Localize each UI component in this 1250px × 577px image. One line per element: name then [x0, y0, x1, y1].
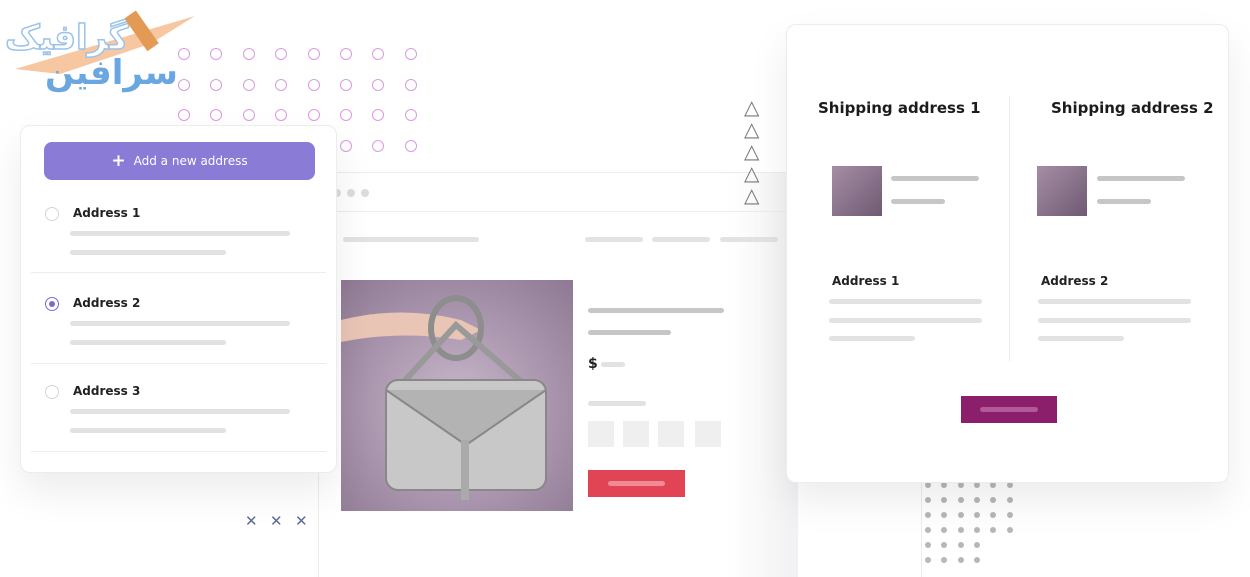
grey-dot: [973, 527, 980, 533]
ring-dot: [307, 48, 320, 60]
x-icon: ✕: [245, 512, 258, 530]
grey-dot: [1006, 512, 1013, 518]
product-thumbnail: [1037, 166, 1087, 216]
grey-dot: [957, 542, 964, 548]
grey-dot: [941, 542, 948, 548]
logo: گرافیک سرافین: [0, 4, 200, 94]
ring-dot: [275, 78, 288, 91]
ring-dot: [178, 48, 190, 60]
address-selector-card: + Add a new address Address 1 Address 2 …: [20, 125, 337, 473]
ring-dot: [372, 78, 385, 91]
variant-option[interactable]: [658, 421, 684, 447]
ring-dot: [275, 48, 288, 60]
svg-text:سرافین: سرافین: [45, 53, 178, 93]
ring-dot: [404, 139, 417, 152]
triangle-icon: △: [744, 161, 760, 185]
price: $: [588, 356, 598, 372]
ring-dot: [210, 109, 223, 121]
ring-dot: [340, 109, 352, 121]
grey-dot: [990, 512, 997, 518]
ring-dot: [242, 109, 255, 121]
grey-dot: [941, 512, 948, 518]
ring-dot: [178, 78, 190, 91]
product-thumbnail: [832, 166, 882, 216]
grey-dot: [973, 512, 980, 518]
grey-dot: [957, 527, 964, 533]
ring-dot: [178, 109, 190, 121]
confirm-shipping-button[interactable]: [961, 396, 1057, 423]
grey-dot: [1006, 527, 1013, 533]
ring-dot: [340, 78, 352, 91]
grey-dot: [925, 557, 931, 563]
variant-option[interactable]: [695, 421, 721, 447]
ring-dot: [404, 78, 417, 91]
grey-dot: [925, 542, 931, 548]
svg-text:گرافیک: گرافیک: [5, 18, 129, 58]
ring-dot: [340, 139, 352, 152]
ring-dot: [210, 48, 223, 60]
grey-dot: [925, 512, 931, 518]
window-dots: [333, 189, 369, 197]
triangle-icon: △: [744, 139, 760, 163]
ring-dot: [210, 78, 223, 91]
ring-dot: [404, 48, 417, 60]
add-new-address-button[interactable]: + Add a new address: [44, 142, 315, 180]
ring-dot: [404, 109, 417, 121]
grey-dot: [925, 527, 931, 533]
x-icon: ✕: [295, 512, 308, 530]
grey-dot: [957, 512, 964, 518]
ring-dot: [275, 109, 288, 121]
grey-dot: [990, 497, 997, 503]
x-icon: ✕: [270, 512, 283, 530]
radio-button[interactable]: [45, 207, 59, 221]
grey-dot: [973, 542, 980, 548]
grey-dot: [925, 497, 931, 503]
ring-dot: [307, 78, 320, 91]
ring-dot: [307, 109, 320, 121]
ring-dot: [340, 48, 352, 60]
ring-dot: [242, 78, 255, 91]
grey-dot: [957, 557, 964, 563]
ring-dot: [242, 48, 255, 60]
grey-dot: [973, 497, 980, 503]
triangle-icon: △: [744, 183, 760, 207]
radio-button-selected[interactable]: [45, 297, 59, 311]
grey-dot: [957, 497, 964, 503]
triangle-icon: △: [744, 117, 760, 141]
ring-dot: [372, 48, 385, 60]
triangle-icon: △: [744, 95, 760, 119]
plus-icon: +: [111, 151, 126, 171]
grey-dot: [990, 527, 997, 533]
ring-dot: [372, 109, 385, 121]
radio-button[interactable]: [45, 385, 59, 399]
grey-dot: [941, 557, 948, 563]
grey-dot: [973, 557, 980, 563]
add-to-cart-button[interactable]: [588, 470, 685, 497]
grey-dot: [1006, 497, 1013, 503]
grey-dot: [941, 527, 948, 533]
variant-option[interactable]: [623, 421, 649, 447]
shipping-addresses-card: Shipping address 1 Address 1 Shipping ad…: [786, 24, 1229, 483]
grey-dot: [941, 497, 948, 503]
ring-dot: [372, 139, 385, 152]
product-title-placeholder: [588, 308, 724, 313]
product-image: [341, 280, 573, 511]
variant-option[interactable]: [588, 421, 614, 447]
